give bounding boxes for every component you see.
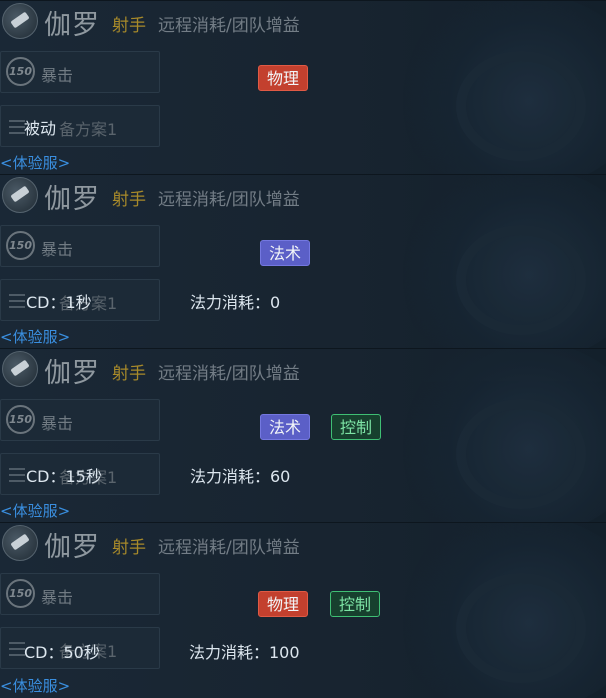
hero-name: 伽罗 xyxy=(44,184,100,215)
hero-avatar-icon xyxy=(2,525,38,561)
hero-header: 伽罗 射手 远程消耗/团队增益 xyxy=(0,523,606,563)
hero-header: 伽罗 射手 远程消耗/团队增益 xyxy=(0,175,606,215)
skill-panel-passive: 伽罗 射手 远程消耗/团队增益 150 暴击 备方案1 被动 物理 <体验服> xyxy=(0,0,606,175)
skill-type-text: 被动 xyxy=(24,119,57,138)
mana-cost-text: 法力消耗：0 xyxy=(190,293,281,312)
test-server-link[interactable]: <体验服> xyxy=(0,152,70,173)
mana-cost-text: 法力消耗：100 xyxy=(189,643,300,662)
hero-role: 射手 xyxy=(112,16,146,36)
skill-selector[interactable]: 150 暴击 xyxy=(0,573,160,615)
skill-name: 暴击 xyxy=(41,66,74,85)
hero-header: 伽罗 射手 远程消耗/团队增益 xyxy=(0,349,606,389)
hero-description: 远程消耗/团队增益 xyxy=(158,190,300,210)
hero-avatar-icon xyxy=(2,3,38,39)
skill-selector[interactable]: 150 暴击 xyxy=(0,225,160,267)
menu-icon xyxy=(9,642,25,656)
hero-role: 射手 xyxy=(112,190,146,210)
hero-role: 射手 xyxy=(112,538,146,558)
skill-panel-3: 伽罗 射手 远程消耗/团队增益 150 暴击 备方案1 CD：50秒 法力消耗：… xyxy=(0,522,606,698)
level-badge-icon: 150 xyxy=(6,579,35,608)
skill-selector[interactable]: 150 暴击 xyxy=(0,399,160,441)
hero-description: 远程消耗/团队增益 xyxy=(158,16,300,36)
hero-header: 伽罗 射手 远程消耗/团队增益 xyxy=(0,1,606,41)
menu-icon xyxy=(9,468,25,482)
skill-panels: 伽罗 射手 远程消耗/团队增益 150 暴击 备方案1 被动 物理 <体验服> … xyxy=(0,0,606,698)
skill-selector[interactable]: 150 暴击 xyxy=(0,51,160,93)
hero-name: 伽罗 xyxy=(44,532,100,563)
hero-description: 远程消耗/团队增益 xyxy=(158,538,300,558)
tag-magic: 法术 xyxy=(260,414,311,440)
hero-name: 伽罗 xyxy=(44,10,100,41)
plan-label: 备方案1 xyxy=(59,120,118,139)
hero-avatar-icon xyxy=(2,177,38,213)
skill-name: 暴击 xyxy=(41,414,74,433)
tag-magic: 法术 xyxy=(260,240,311,266)
test-server-link[interactable]: <体验服> xyxy=(0,675,70,696)
cooldown-text: CD：50秒 xyxy=(24,643,100,662)
hero-avatar-icon xyxy=(2,351,38,387)
tag-physical: 物理 xyxy=(258,591,309,617)
level-badge-icon: 150 xyxy=(6,405,35,434)
test-server-link[interactable]: <体验服> xyxy=(0,500,70,521)
level-badge-icon: 150 xyxy=(6,57,35,86)
skill-panel-2: 伽罗 射手 远程消耗/团队增益 150 暴击 备方案1 CD：15秒 法力消耗：… xyxy=(0,348,606,523)
cooldown-text: CD：1秒 xyxy=(26,293,92,312)
menu-icon xyxy=(9,120,25,134)
mana-cost-text: 法力消耗：60 xyxy=(190,467,291,486)
hero-description: 远程消耗/团队增益 xyxy=(158,364,300,384)
skill-panel-1: 伽罗 射手 远程消耗/团队增益 150 暴击 备方案1 CD：1秒 法力消耗：0… xyxy=(0,174,606,349)
skill-name: 暴击 xyxy=(41,240,74,259)
level-badge-icon: 150 xyxy=(6,231,35,260)
cooldown-text: CD：15秒 xyxy=(26,467,102,486)
skill-name: 暴击 xyxy=(41,588,74,607)
tag-physical: 物理 xyxy=(258,65,309,91)
test-server-link[interactable]: <体验服> xyxy=(0,326,70,347)
hero-role: 射手 xyxy=(112,364,146,384)
menu-icon xyxy=(9,294,25,308)
tag-control: 控制 xyxy=(330,591,381,617)
hero-name: 伽罗 xyxy=(44,358,100,389)
tag-control: 控制 xyxy=(331,414,382,440)
